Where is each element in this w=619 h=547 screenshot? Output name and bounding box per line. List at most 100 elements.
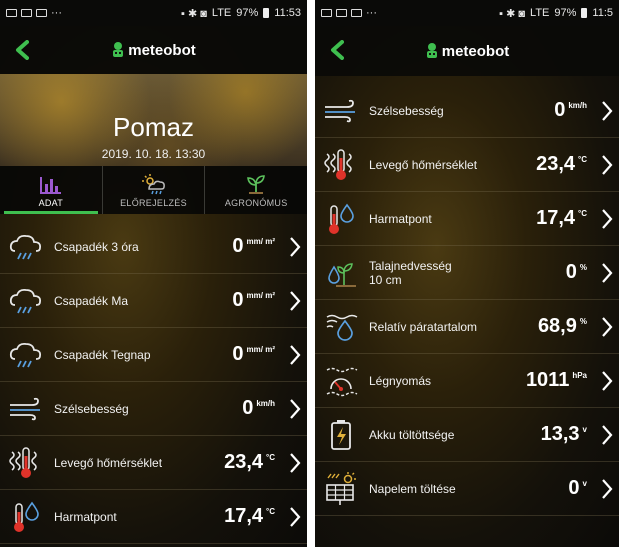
measurement-list: Csapadék 3 óra 0 mm/ m² Csapadék Ma 0 mm/ … [0,220,307,544]
row-unit: mm/ m² [246,291,275,300]
row-label: Szélsebesség [54,401,129,416]
wind-icon [4,389,48,429]
thermometer-heat-icon [4,443,48,483]
row-unit: °C [578,209,587,218]
chevron-right-icon [591,208,613,230]
rain-cloud-icon [4,335,48,375]
measurement-list: Szélsebesség 0 km/h Levegő hőmérséklet 23… [315,84,619,516]
signal-icon: ▪ ✱ ◙ [499,7,526,20]
row-value: 23,4 °C [224,451,275,473]
chevron-left-icon [331,40,344,60]
rain-cloud-icon [4,227,48,267]
list-item[interactable]: Talajnedvesség 10 cm 0% [315,246,619,300]
row-unit: v [582,425,587,434]
chevron-right-icon [279,236,301,258]
list-item[interactable]: Harmatpont 17,4 °C [0,490,307,544]
sprout-icon [247,175,266,194]
row-value: 23,4 °C [536,153,587,175]
battery-percent: 97% [236,7,259,19]
row-label: Levegő hőmérséklet [369,157,478,172]
row-label: Levegő hőmérséklet [54,455,163,470]
list-item[interactable]: Csapadék Tegnap 0 mm/ m² [0,328,307,382]
notification-icons: ··· [321,7,377,19]
row-unit: hPa [572,371,587,380]
mail-icon [6,9,17,17]
dewpoint-icon [319,199,363,239]
row-unit: % [579,317,587,326]
app-logo: meteobot [111,41,196,59]
battery-icon [263,8,270,18]
bar-chart-icon [39,177,61,194]
list-item[interactable]: Csapadék Ma 0 mm/ m² [0,274,307,328]
row-label: Akku töltöttsége [369,427,455,442]
clock: 11:5 [592,7,613,19]
row-label: Relatív páratartalom [369,319,478,334]
status-bar: ··· ▪ ✱ ◙ LTE 97% 11:5 [315,0,619,26]
chevron-right-icon [279,290,301,312]
list-item[interactable]: Levegő hőmérséklet 23,4 °C [315,138,619,192]
back-button[interactable] [323,36,351,64]
row-value: 17,4 °C [536,207,587,229]
tab-label: AGRONÓMUS [224,198,288,208]
screen-divider [307,0,315,547]
chevron-left-icon [16,40,29,60]
image-icon [36,9,47,17]
row-unit: mm/ m² [246,237,275,246]
thermometer-heat-icon [319,145,363,185]
row-value: 13,3 v [540,423,587,445]
row-value: 1011 hPa [525,369,587,391]
notification-icons: ··· [6,7,62,19]
list-item[interactable]: Akku töltöttsége 13,3 v [315,408,619,462]
row-unit: km/h [256,399,275,408]
battery-charge-icon [319,415,363,455]
row-value: 0 mm/ m² [232,343,275,365]
measurement-datetime: 2019. 10. 18. 13:30 [101,147,206,161]
right-screen: ··· ▪ ✱ ◙ LTE 97% 11:5 meteobot Szélsebe… [315,0,619,547]
row-value: 0 mm/ m² [232,235,275,257]
tab-agronomus[interactable]: AGRONÓMUS [204,166,307,214]
list-item[interactable]: Csapadék 3 óra 0 mm/ m² [0,220,307,274]
meteobot-logo-icon [113,42,124,57]
pressure-icon [319,361,363,401]
row-label: Harmatpont [54,509,117,524]
network-label: LTE [211,7,232,19]
chevron-right-icon [591,478,613,500]
list-item[interactable]: Relatív páratartalom 68,9% [315,300,619,354]
row-value: 0v [568,477,587,499]
more-dots-icon: ··· [366,7,377,19]
location-header: Pomaz 2019. 10. 18. 13:30 [0,74,307,166]
list-item[interactable]: Légnyomás 1011 hPa [315,354,619,408]
tab-elorejelzes[interactable]: ELŐREJELZÉS [101,166,205,214]
row-value: 68,9% [537,315,587,337]
dewpoint-icon [4,497,48,537]
list-item[interactable]: Napelem töltése 0v [315,462,619,516]
row-unit: mm/ m² [246,345,275,354]
app-name: meteobot [441,42,510,60]
tab-adat[interactable]: ADAT [0,166,102,214]
city-name: Pomaz [113,112,194,142]
row-value: 0 mm/ m² [232,289,275,311]
tab-label: ADAT [38,198,64,208]
list-item[interactable]: Szélsebesség 0 km/h [0,382,307,436]
row-label: Csapadék Ma [54,293,129,308]
battery-percent: 97% [554,7,577,19]
row-unit: °C [266,453,275,462]
list-item[interactable]: Harmatpont 17,4 °C [315,192,619,246]
chevron-right-icon [279,506,301,528]
app-logo: meteobot [425,42,510,60]
app-name: meteobot [128,41,196,59]
soil-moisture-icon [319,253,363,293]
chevron-right-icon [591,100,613,122]
back-button[interactable] [8,36,36,64]
list-item[interactable]: Levegő hőmérséklet 23,4 °C [0,436,307,490]
row-value: 0% [565,261,587,283]
row-label: Harmatpont [369,211,432,226]
tab-label: ELŐREJELZÉS [120,198,187,208]
row-unit: °C [578,155,587,164]
app-bar: meteobot [0,26,307,74]
row-label: Csapadék Tegnap [54,347,151,362]
row-unit: °C [266,507,275,516]
left-screen: ··· ▪ ✱ ◙ LTE 97% 11:53 meteobot Pomaz 2… [0,0,307,547]
list-item[interactable]: Szélsebesség 0 km/h [315,84,619,138]
row-value: 0 km/h [242,397,275,419]
